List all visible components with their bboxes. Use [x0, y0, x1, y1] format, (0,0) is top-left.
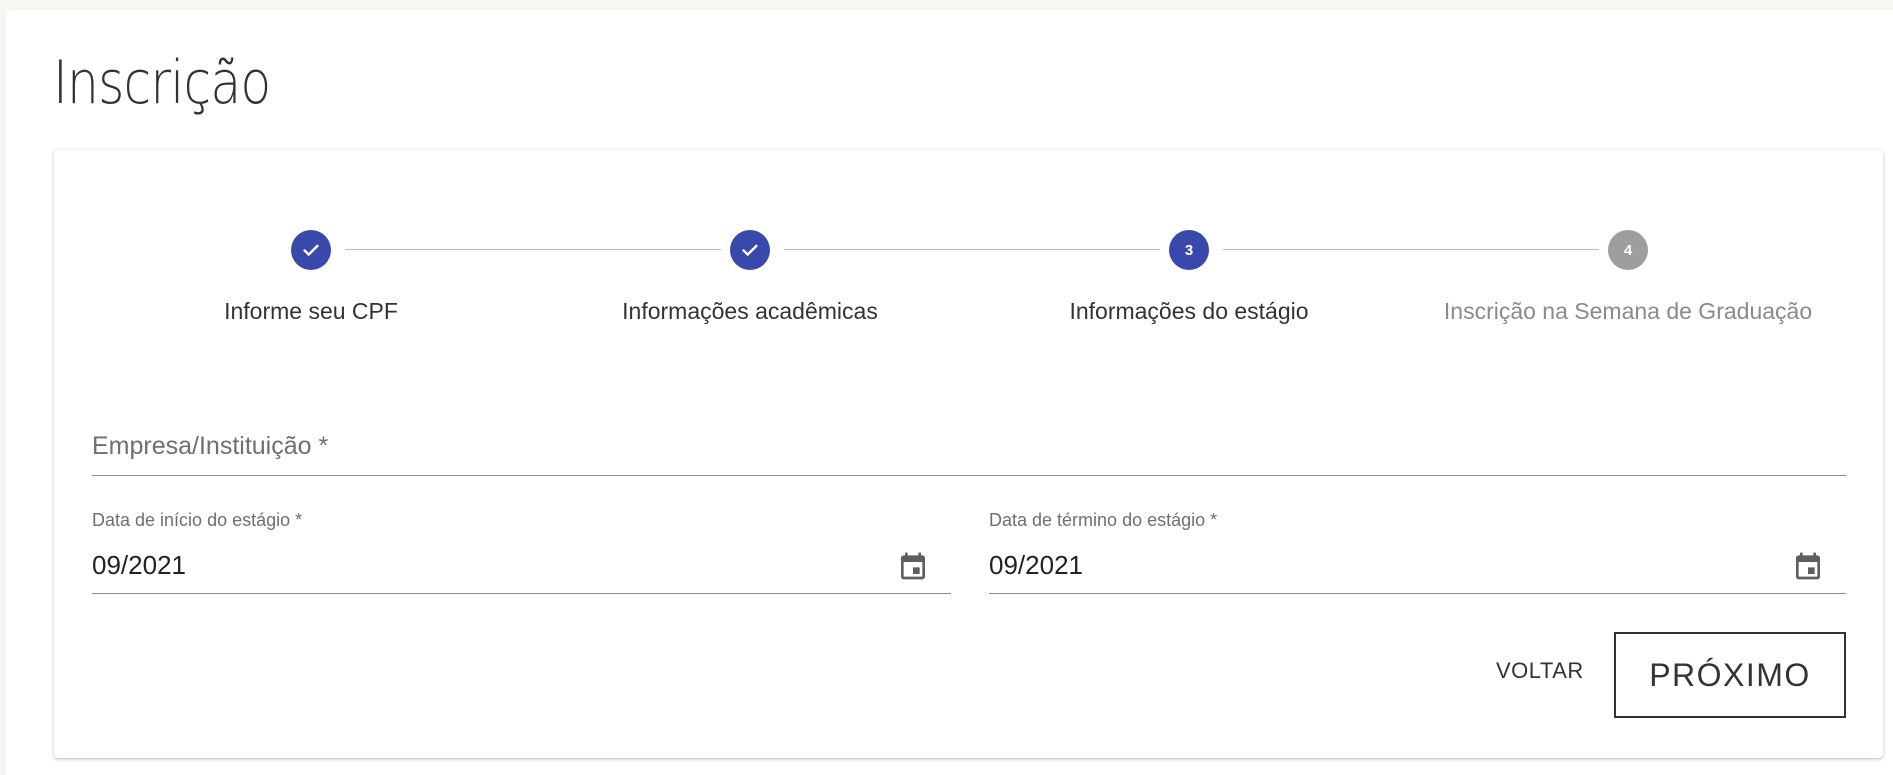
end-date-label: Data de término do estágio *	[989, 510, 1218, 530]
page: Inscrição Informe seu CPF Informações ac…	[6, 10, 1893, 775]
step-connector	[1223, 249, 1599, 250]
end-date-value: 09/2021	[989, 550, 1083, 580]
start-date-label: Data de início do estágio *	[92, 510, 303, 530]
step-done-icon	[730, 230, 770, 270]
step-number: 3	[1169, 230, 1209, 270]
empresa-placeholder: Empresa/Instituição *	[92, 432, 329, 460]
start-date-field[interactable]: Data de início do estágio * 09/2021	[92, 510, 951, 594]
step-label: Informe seu CPF	[224, 298, 398, 324]
start-date-value: 09/2021	[92, 550, 186, 580]
field-underline	[989, 593, 1846, 594]
step-label: Informações do estágio	[1069, 298, 1309, 324]
step-done-icon	[291, 230, 331, 270]
enrollment-card: Informe seu CPF Informações acadêmicas 3…	[54, 150, 1883, 758]
calendar-icon[interactable]	[897, 548, 929, 584]
step-label: Inscrição na Semana de Graduação	[1443, 298, 1813, 324]
field-underline	[92, 593, 951, 594]
step-connector	[345, 249, 721, 250]
field-underline	[92, 475, 1846, 476]
end-date-field[interactable]: Data de término do estágio * 09/2021	[989, 510, 1846, 594]
calendar-icon[interactable]	[1792, 548, 1824, 584]
back-button[interactable]: VOLTAR	[1496, 658, 1584, 684]
step-number: 4	[1608, 230, 1648, 270]
step-label: Informações acadêmicas	[622, 298, 878, 324]
page-title: Inscrição	[53, 48, 271, 118]
step-connector	[784, 249, 1160, 250]
empresa-field[interactable]: Empresa/Instituição *	[92, 420, 1846, 476]
next-button[interactable]: PRÓXIMO	[1614, 632, 1846, 718]
